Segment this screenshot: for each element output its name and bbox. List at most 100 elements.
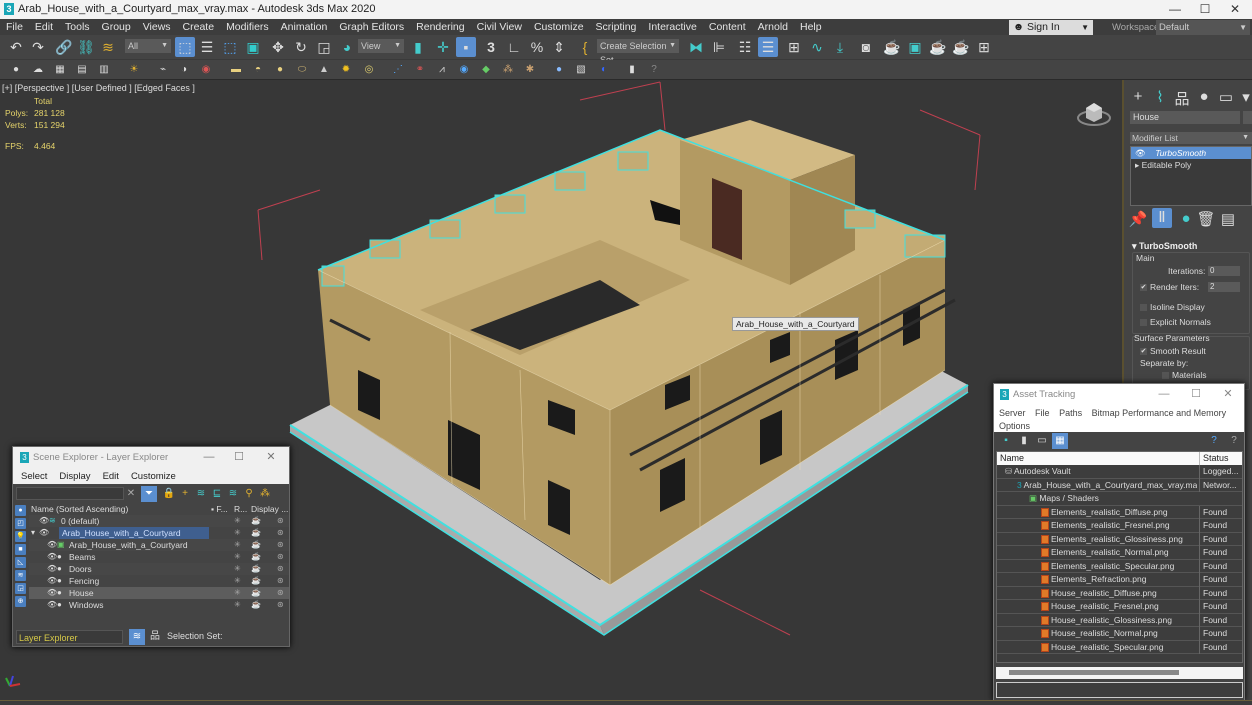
render-teapot-icon[interactable]: ☕: [251, 599, 261, 611]
asset-row[interactable]: House_realistic_Diffuse.png Found: [997, 586, 1242, 600]
proxy-icon[interactable]: ⚭: [412, 62, 428, 78]
modify-tab-icon[interactable]: ⌇: [1150, 88, 1170, 106]
smooth-result-checkbox[interactable]: ✔ Smooth Result: [1140, 346, 1206, 356]
scale-icon[interactable]: ◲: [314, 37, 334, 57]
scrollbar-thumb[interactable]: [1009, 670, 1179, 675]
asset-row[interactable]: House_realistic_Specular.png Found: [997, 640, 1242, 654]
asset-row[interactable]: ⛁ Autodesk Vault Logged...: [997, 465, 1242, 479]
horizontal-scrollbar[interactable]: [996, 667, 1243, 679]
clipper-icon[interactable]: ◆: [478, 62, 494, 78]
toggle-scene-explorer-icon[interactable]: ☷: [735, 37, 755, 57]
mesh-light-icon[interactable]: ⬭: [294, 62, 310, 78]
tree-row[interactable]: 👁 ▣ Arab_House_with_a_Courtyard ✳ ☕ ⊛: [29, 539, 289, 551]
display-geometry-icon[interactable]: ●: [15, 505, 26, 516]
column-status[interactable]: Status: [1199, 452, 1229, 465]
mirror-icon[interactable]: ⧓: [686, 37, 706, 57]
set-current-layer-icon[interactable]: ≋: [225, 486, 241, 502]
workspace-select[interactable]: Default ▼: [1156, 20, 1250, 35]
rendered-frame-window-icon[interactable]: ▣: [905, 37, 925, 57]
vray-icon[interactable]: ◉: [198, 62, 214, 78]
viewcube[interactable]: [1076, 98, 1112, 128]
menu-select[interactable]: Select: [21, 471, 47, 482]
teapot-icon[interactable]: ●: [8, 62, 24, 78]
menu-paths[interactable]: Paths: [1059, 408, 1082, 418]
highlight-icon[interactable]: ?: [1226, 433, 1242, 449]
materials-checkbox[interactable]: Materials: [1162, 370, 1206, 380]
eye-icon[interactable]: 👁: [1135, 148, 1148, 158]
undo-icon[interactable]: ↶: [6, 37, 26, 57]
fur-icon[interactable]: ⋰: [390, 62, 406, 78]
eye-icon[interactable]: 👁: [47, 599, 57, 611]
asset-tracking-titlebar[interactable]: 3 Asset Tracking — ☐ ✕: [994, 384, 1244, 405]
help-icon[interactable]: ?: [646, 62, 662, 78]
render-setup-icon[interactable]: ☕: [882, 37, 902, 57]
menu-tools[interactable]: Tools: [59, 21, 96, 33]
eye-icon[interactable]: 👁: [47, 587, 57, 599]
menu-interactive[interactable]: Interactive: [642, 21, 702, 33]
close-button[interactable]: ✕: [263, 447, 279, 468]
lighting-analysis-icon[interactable]: ▧: [573, 62, 589, 78]
display-mode-icon[interactable]: ⊛: [277, 539, 284, 551]
add-to-layer-icon[interactable]: ≋: [193, 486, 209, 502]
placement-icon[interactable]: ◕: [337, 37, 357, 57]
menu-customize[interactable]: Customize: [131, 471, 176, 482]
menu-arnold[interactable]: Arnold: [752, 21, 794, 33]
show-end-result-icon[interactable]: Ⅱ: [1152, 208, 1172, 228]
iterations-spinner[interactable]: 0: [1208, 266, 1240, 276]
freeze-toggle-icon[interactable]: ✳: [234, 551, 241, 563]
display-tab-icon[interactable]: ▭: [1216, 88, 1236, 106]
menu-file[interactable]: File: [0, 21, 29, 33]
freeze-toggle-icon[interactable]: ✳: [234, 527, 241, 539]
maximize-button[interactable]: ☐: [231, 447, 247, 468]
vfb-icon[interactable]: ▮: [624, 62, 640, 78]
color-correction-icon[interactable]: ◐: [596, 62, 612, 78]
schematic-view-icon[interactable]: ⤓: [830, 37, 850, 57]
object-name-field[interactable]: House: [1130, 111, 1240, 124]
column-name[interactable]: Name (Sorted Ascending): [31, 504, 128, 514]
menu-scripting[interactable]: Scripting: [590, 21, 643, 33]
asset-row[interactable]: House_realistic_Glossiness.png Found: [997, 613, 1242, 627]
link-icon[interactable]: 🔗: [54, 37, 74, 57]
display-mode-icon[interactable]: ⊛: [277, 515, 284, 527]
asset-row[interactable]: ▣ Maps / Shaders: [997, 492, 1242, 506]
freeze-toggle-icon[interactable]: ✳: [234, 575, 241, 587]
close-button[interactable]: ✕: [1220, 384, 1236, 405]
search-input[interactable]: [16, 487, 124, 500]
display-mode-icon[interactable]: ⊛: [277, 599, 284, 611]
eye-icon[interactable]: 👁: [47, 539, 57, 551]
tree-row[interactable]: ▾ 👁 Arab_House_with_a_Courtyard ✳ ☕ ⊛: [29, 527, 289, 539]
explorer-mode-dropdown[interactable]: Layer Explorer: [16, 630, 123, 644]
tree-row[interactable]: 👁 ● Windows ✳ ☕ ⊛: [29, 599, 289, 611]
render-iterative-icon[interactable]: ☕: [951, 37, 971, 57]
keyboard-shortcut-override-icon[interactable]: ▪: [456, 37, 476, 57]
menu-bitmap-performance[interactable]: Bitmap Performance and Memory: [1092, 408, 1227, 418]
select-object-icon[interactable]: ⬚: [175, 37, 195, 57]
render-teapot-icon[interactable]: ☕: [251, 575, 261, 587]
minimize-button[interactable]: —: [1156, 384, 1172, 405]
asset-row[interactable]: Elements_Refraction.png Found: [997, 573, 1242, 587]
display-spacewarps-icon[interactable]: ≋: [15, 570, 26, 581]
freeze-toggle-icon[interactable]: ✳: [234, 563, 241, 575]
asset-row[interactable]: 3 Arab_House_with_a_Courtyard_max_vray.m…: [997, 478, 1242, 492]
expand-arrow-icon[interactable]: ▾: [31, 527, 35, 539]
tree-row[interactable]: 👁 ● Beams ✳ ☕ ⊛: [29, 551, 289, 563]
asset-row[interactable]: House_realistic_Normal.png Found: [997, 627, 1242, 641]
sphere-fade-icon[interactable]: ◉: [456, 62, 472, 78]
toggle-layer-explorer-icon[interactable]: ☰: [758, 37, 778, 57]
column-name[interactable]: Name: [1000, 452, 1024, 465]
render-iters-checkbox[interactable]: ✔ Render Iters:: [1140, 282, 1199, 292]
menu-group[interactable]: Group: [96, 21, 137, 33]
window-crossing-icon[interactable]: ▣: [243, 37, 263, 57]
asset-row[interactable]: Elements_realistic_Diffuse.png Found: [997, 505, 1242, 519]
ref-coord-dropdown[interactable]: View ▼: [358, 39, 404, 53]
motion-tab-icon[interactable]: ●: [1194, 88, 1214, 105]
render-teapot-icon[interactable]: ☕: [251, 587, 261, 599]
displacement-icon[interactable]: ⩘: [434, 62, 450, 78]
menu-create[interactable]: Create: [177, 21, 221, 33]
display-lights-icon[interactable]: 💡: [15, 531, 26, 542]
freeze-toggle-icon[interactable]: ✳: [234, 587, 241, 599]
tree-row[interactable]: 👁 ● Fencing ✳ ☕ ⊛: [29, 575, 289, 587]
table-view-icon[interactable]: ▭: [1034, 433, 1050, 449]
render-teapot-icon[interactable]: ☕: [251, 515, 261, 527]
display-mode-icon[interactable]: ⊛: [277, 575, 284, 587]
